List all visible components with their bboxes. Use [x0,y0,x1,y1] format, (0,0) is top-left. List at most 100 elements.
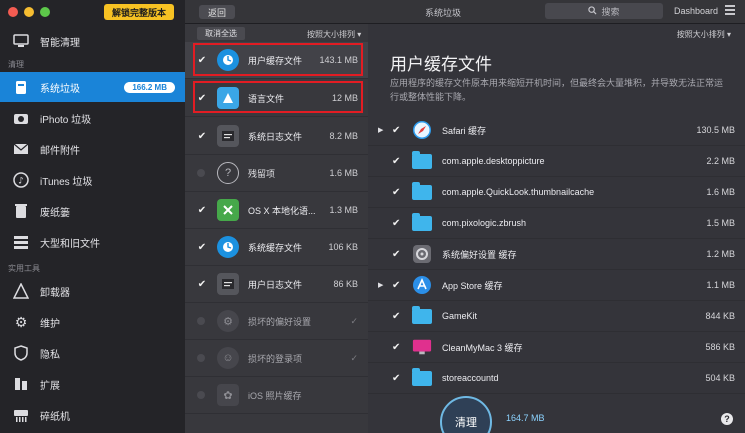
sidebar-item-iphoto-junk[interactable]: iPhoto 垃圾 [0,103,185,133]
checkbox[interactable]: ✔ [392,373,400,384]
checkbox[interactable] [197,354,205,362]
item-size: 1.1 MB [706,280,735,290]
checkbox[interactable]: ✔ [392,311,400,322]
item-size: 1.5 MB [706,218,735,228]
check-mark-icon: ✓ [350,352,358,363]
table-row[interactable]: ✔ com.apple.QuickLook.thumbnailcache 1.6… [368,177,745,208]
item-name: 系统日志文件 [248,131,303,142]
sidebar: 解锁完整版本 智能清理 清理 系统垃圾 166.2 MB iPhoto 垃圾 邮… [0,0,185,433]
sidebar-item-trash[interactable]: 废纸篓 [0,196,185,226]
checkbox[interactable]: ✔ [197,279,207,290]
sidebar-item-mail-attachments[interactable]: 邮件附件 [0,134,185,164]
folder-icon [412,212,432,233]
expand-arrow-icon[interactable]: ▶ [378,281,383,289]
sidebar-item-uninstaller[interactable]: 卸载器 [0,276,185,306]
camera-icon [12,109,30,127]
close-window-button[interactable] [8,7,18,17]
osx-localization-icon [217,199,239,221]
checkbox[interactable] [197,169,205,177]
detail-title: 用户缓存文件 [390,55,492,74]
table-row[interactable]: ✔ CleanMyMac 3 缓存 586 KB [368,332,745,363]
checkbox[interactable] [197,391,205,399]
list-item[interactable]: ☺ 损坏的登录项 ✓ [185,340,368,377]
sidebar-section-cleanup: 清理 [8,60,24,69]
item-name: 损坏的登录项 [248,353,303,364]
sidebar-item-system-junk[interactable]: 系统垃圾 166.2 MB [0,72,185,102]
list-item[interactable]: ⚙ 损坏的偏好设置 ✓ [185,303,368,340]
sidebar-item-itunes-junk[interactable]: ♪ iTunes 垃圾 [0,165,185,195]
broken-prefs-icon: ⚙ [217,310,239,332]
checkbox[interactable]: ✔ [197,242,207,253]
help-button[interactable]: ? [721,413,733,425]
search-input[interactable]: 搜索 [545,3,663,19]
sidebar-item-label: 废纸篓 [40,207,70,219]
sidebar-item-maintenance[interactable]: ⚙ 维护 [0,307,185,337]
sort-dropdown[interactable]: 按照大小排列 ▾ [677,29,731,40]
checkbox[interactable]: ✔ [392,156,400,167]
sidebar-item-privacy[interactable]: 隐私 [0,338,185,368]
checkbox[interactable]: ✔ [392,342,400,353]
sidebar-item-shredder[interactable]: 碎纸机 [0,400,185,430]
list-item[interactable]: ? 残留项 1.6 MB [185,155,368,192]
minimize-window-button[interactable] [24,7,34,17]
item-name: 系统偏好设置 缓存 [442,249,517,260]
list-item[interactable]: ✔ OS X 本地化语... 1.3 MB [185,192,368,229]
sidebar-item-extensions[interactable]: 扩展 [0,369,185,399]
sidebar-item-smart-cleanup[interactable]: 智能清理 [0,26,185,56]
item-size: 1.6 MB [706,187,735,197]
checkbox[interactable]: ✔ [392,218,400,229]
trash-system-icon [12,78,30,96]
sort-dropdown[interactable]: 按照大小排列 ▾ [307,29,361,40]
user-log-icon [217,273,239,295]
table-row[interactable]: ✔ com.apple.desktoppicture 2.2 MB [368,146,745,177]
table-row[interactable]: ✔ storeaccountd 504 KB [368,363,745,394]
item-size: 1.3 MB [329,205,358,215]
checkbox[interactable]: ✔ [392,280,400,291]
expand-arrow-icon[interactable]: ▶ [378,126,383,134]
clean-button[interactable]: 清理 [440,396,492,433]
list-item[interactable]: ✔ 系统日志文件 8.2 MB [185,118,368,155]
deselect-all-button[interactable]: 取消全选 [197,27,245,40]
shredder-icon [12,406,30,424]
system-cache-icon [217,236,239,258]
item-name: storeaccountd [442,373,499,383]
question-icon: ? [217,162,239,184]
table-row[interactable]: ▶ ✔ App Store 缓存 1.1 MB [368,270,745,301]
table-row[interactable]: ▶ ✔ Safari 缓存 130.5 MB [368,115,745,146]
sidebar-item-large-old-files[interactable]: 大型和旧文件 [0,227,185,257]
stack-icon [12,233,30,251]
item-size: 586 KB [705,342,735,352]
table-row[interactable]: ✔ GameKit 844 KB [368,301,745,332]
sidebar-item-label: 维护 [40,318,60,330]
item-name: App Store 缓存 [442,280,503,291]
list-item[interactable]: ✔ 用户日志文件 86 KB [185,266,368,303]
unlock-full-version-button[interactable]: 解锁完整版本 [104,4,174,20]
mail-icon [12,140,30,158]
checkbox[interactable]: ✔ [197,131,207,142]
dashboard-label[interactable]: Dashboard [674,6,718,16]
dashboard-menu-icon[interactable] [725,5,735,15]
checkbox[interactable]: ✔ [392,249,400,260]
table-row[interactable]: ✔ com.pixologic.zbrush 1.5 MB [368,208,745,239]
back-button[interactable]: 返回 [199,5,235,19]
check-mark-icon: ✓ [350,315,358,326]
folder-icon [412,150,432,171]
list-item[interactable]: ✿ iOS 照片缓存 [185,377,368,414]
list-item[interactable]: ✔ 系统缓存文件 106 KB [185,229,368,266]
item-name: com.apple.desktoppicture [442,156,545,166]
sidebar-item-label: 系统垃圾 [40,83,80,95]
sidebar-item-label: 隐私 [40,349,60,361]
sidebar-item-label: 卸载器 [40,287,70,299]
sidebar-section-tools: 实用工具 [8,264,40,273]
highlight-box [193,81,363,113]
toolbar: 返回 系统垃圾 搜索 Dashboard [185,0,745,24]
item-name: 损坏的偏好设置 [248,316,312,327]
checkbox[interactable]: ✔ [392,125,400,136]
checkbox[interactable]: ✔ [392,187,400,198]
zoom-window-button[interactable] [40,7,50,17]
item-name: OS X 本地化语... [248,205,316,216]
trash-bin-icon [12,202,30,220]
table-row[interactable]: ✔ 系统偏好设置 缓存 1.2 MB [368,239,745,270]
checkbox[interactable]: ✔ [197,205,207,216]
checkbox[interactable] [197,317,205,325]
